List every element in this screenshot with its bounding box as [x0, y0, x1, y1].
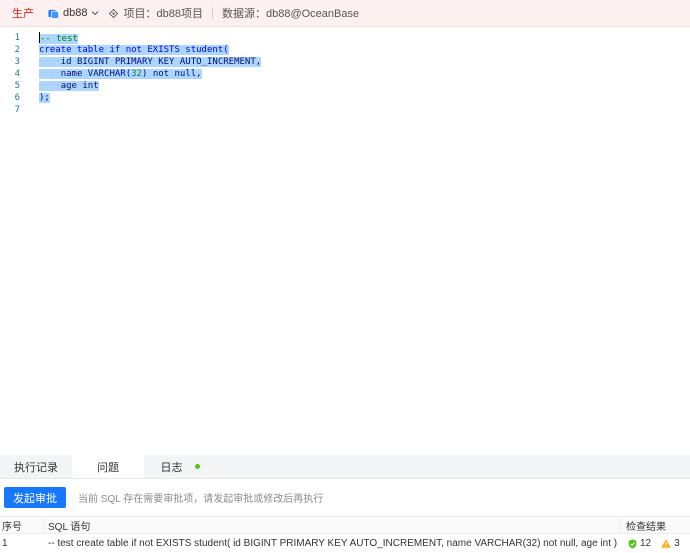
- code-token: create table if not EXISTS student(: [39, 45, 229, 55]
- code-token: 32: [131, 69, 142, 79]
- editor-line[interactable]: 4 ····name VARCHAR(32) not null,: [0, 68, 690, 80]
- tab-label: 执行记录: [14, 461, 58, 474]
- submit-approval-button[interactable]: 发起审批: [4, 487, 66, 508]
- project-icon: [109, 8, 119, 18]
- tab-logs[interactable]: 日志: [144, 455, 216, 478]
- status-dot: [194, 464, 200, 469]
- approval-bar: 发起审批 当前 SQL 存在需要审批项，请发起审批或修改后再执行: [0, 479, 690, 516]
- table-header: 序号 SQL 语句 检查结果: [0, 516, 690, 534]
- database-icon: [48, 9, 59, 19]
- sql-editor[interactable]: 1 -- test 2 create table if not EXISTS stud…: [0, 27, 690, 455]
- tab-label: 问题: [97, 461, 119, 474]
- column-header-sql: SQL 语句: [44, 517, 620, 533]
- chevron-down-icon: [92, 11, 99, 16]
- code-text: ····name VARCHAR(32) not null,: [39, 68, 202, 80]
- column-header-result: 检查结果: [626, 521, 666, 533]
- editor-topbar: 生产 db88 项目：db88项目 数据源：db88@OceanBase: [0, 0, 690, 27]
- code-text: ····id BIGINT PRIMARY KEY AUTO_INCREMENT…: [39, 56, 262, 68]
- code-token: ····: [39, 69, 61, 79]
- tab-label: 日志: [160, 461, 183, 474]
- selection-highlight: ····name VARCHAR(32) not null,: [39, 69, 202, 79]
- line-number: 4: [14, 69, 20, 79]
- divider: [211, 7, 213, 19]
- editor-line[interactable]: 1 -- test: [0, 32, 690, 44]
- database-name: db88: [63, 7, 88, 19]
- row-sql: -- test create table if not EXISTS stude…: [48, 538, 618, 549]
- result-panel: 执行记录 问题 日志 发起审批 当前 SQL 存在需要审批项，请发起审批或修改后…: [0, 455, 690, 553]
- selection-highlight: );: [39, 93, 50, 103]
- line-number: 3: [14, 57, 20, 67]
- selection-highlight: create table if not EXISTS student(: [39, 45, 229, 55]
- tab-issues[interactable]: 问题: [72, 455, 144, 478]
- result-tabs: 执行记录 问题 日志: [0, 455, 690, 479]
- editor-line[interactable]: 7: [0, 104, 690, 116]
- database-select[interactable]: db88: [48, 7, 99, 19]
- project-info: 项目：db88项目: [109, 5, 203, 21]
- tab-execution-history[interactable]: 执行记录: [0, 455, 72, 478]
- row-number: 1: [2, 538, 8, 549]
- editor-line[interactable]: 3 ····id BIGINT PRIMARY KEY AUTO_INCREMEN…: [0, 56, 690, 68]
- editor-line[interactable]: 2 create table if not EXISTS student(: [0, 44, 690, 56]
- selection-highlight: ····age int: [39, 81, 99, 91]
- code-token: ····: [39, 81, 61, 91]
- code-token: ) not null,: [141, 69, 202, 79]
- code-text: );: [39, 92, 50, 104]
- code-text: create table if not EXISTS student(: [39, 44, 229, 56]
- environment-tag: 生产: [12, 8, 34, 20]
- code-token: id BIGINT PRIMARY KEY AUTO_INCREMENT,: [60, 57, 262, 67]
- code-token: name VARCHAR(: [60, 69, 132, 79]
- line-number: 2: [14, 45, 20, 55]
- code-text: ····age int: [39, 80, 99, 92]
- code-token: );: [39, 93, 50, 103]
- datasource-label: 数据源：db88@OceanBase: [221, 8, 360, 20]
- line-number: 1: [14, 33, 20, 43]
- column-header-no: 序号: [0, 517, 44, 533]
- editor-line[interactable]: 5 ····age int: [0, 80, 690, 92]
- editor-line[interactable]: 6);: [0, 92, 690, 104]
- code-token: -- test: [40, 34, 78, 44]
- table-row[interactable]: 1 -- test create table if not EXISTS stu…: [0, 534, 690, 553]
- selection-highlight: ····id BIGINT PRIMARY KEY AUTO_INCREMENT…: [39, 57, 262, 67]
- passed-count: 12: [640, 538, 652, 549]
- selection-highlight: -- test: [39, 32, 78, 44]
- line-number: 7: [14, 105, 20, 115]
- code-token: ····: [39, 57, 61, 67]
- code-token: age int: [60, 81, 99, 91]
- warning-icon: [661, 539, 671, 548]
- row-result: 12 3: [620, 538, 690, 549]
- warning-count: 3: [674, 538, 680, 549]
- approval-hint: 当前 SQL 存在需要审批项，请发起审批或修改后再执行: [78, 494, 324, 505]
- line-number: 5: [14, 81, 20, 91]
- project-label: 项目：db88项目: [123, 8, 203, 20]
- line-number: 6: [14, 93, 20, 103]
- shield-check-icon: [628, 539, 637, 548]
